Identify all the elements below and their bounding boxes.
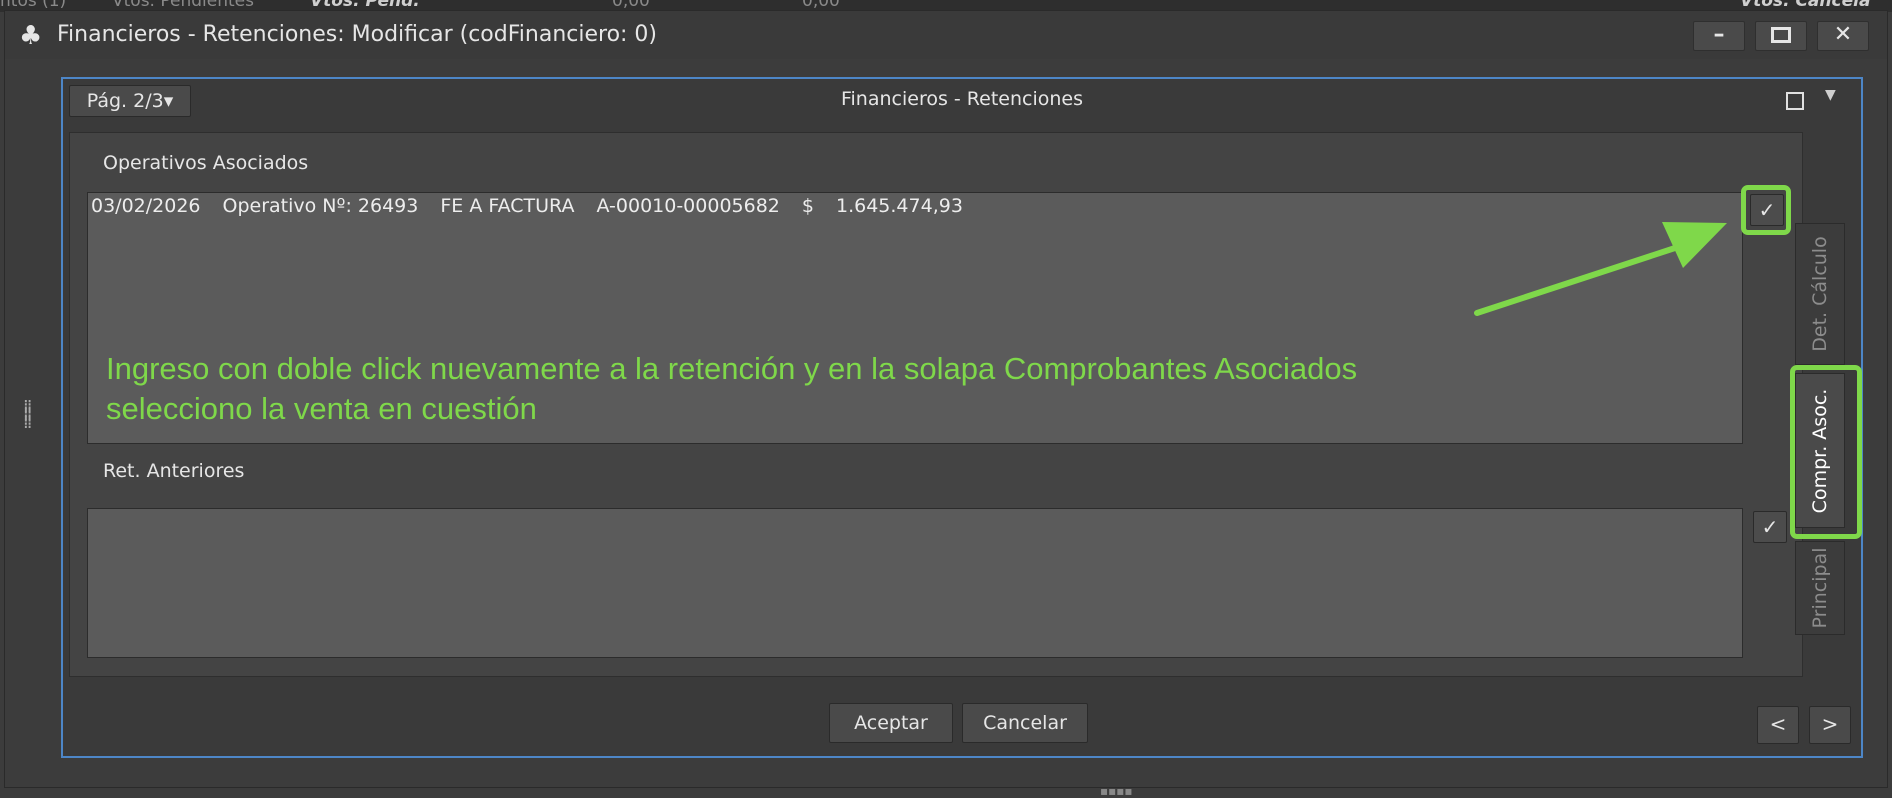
ret-anteriores-list[interactable]	[87, 508, 1743, 658]
tab-content-compr-asoc: Operativos Asociados 03/02/2026 Operativo…	[69, 132, 1803, 677]
list-item[interactable]: 03/02/2026 Operativo Nº: 26493 FE A FACTUR…	[91, 195, 985, 217]
highlight-box	[1741, 185, 1791, 235]
prev-button[interactable]: <	[1757, 706, 1799, 744]
tab-det-calculo[interactable]: Det. Cálculo	[1795, 223, 1845, 365]
select-ret-anterior-button[interactable]: ✓	[1753, 511, 1787, 543]
annotation-line: selecciono la venta en cuestión	[106, 391, 537, 426]
restore-panel-icon[interactable]	[1786, 92, 1804, 110]
next-button[interactable]: >	[1809, 706, 1851, 744]
annotation-text: Ingreso con doble click nuevamente a la …	[106, 349, 1456, 429]
tab-principal[interactable]: Principal	[1795, 541, 1845, 635]
close-icon: ✕	[1833, 22, 1853, 47]
chevron-down-icon[interactable]: ▼	[1825, 87, 1836, 103]
accept-button[interactable]: Aceptar	[829, 703, 953, 743]
highlight-box	[1790, 365, 1862, 539]
minimize-icon: –	[1713, 22, 1725, 47]
row-currency: $	[801, 195, 814, 217]
close-button[interactable]: ✕	[1817, 21, 1869, 51]
panel-title: Financieros - Retenciones	[840, 88, 1084, 110]
maximize-icon	[1771, 27, 1791, 43]
panel-header: Pág. 2/3▾ Financieros - Retenciones ▼	[63, 79, 1861, 119]
cancel-button[interactable]: Cancelar	[962, 703, 1088, 743]
splitter-handle-icon[interactable]: ⁞⁞ ⁞⁞ ⁞⁞	[23, 398, 39, 443]
title-bar[interactable]: ♣ Financieros - Retenciones: Modificar (…	[5, 11, 1887, 59]
row-operativo: Operativo Nº: 26493	[222, 195, 419, 217]
retenciones-panel: Pág. 2/3▾ Financieros - Retenciones ▼ Op…	[61, 77, 1863, 758]
row-amount: 1.645.474,93	[836, 195, 963, 217]
row-tipo: FE A FACTURA	[440, 195, 575, 217]
checkmark-icon: ✓	[1761, 515, 1779, 539]
row-date: 03/02/2026	[91, 195, 201, 217]
window-title: Financieros - Retenciones: Modificar (co…	[57, 22, 658, 47]
ret-anteriores-label: Ret. Anteriores	[103, 460, 245, 482]
maximize-button[interactable]	[1755, 21, 1807, 51]
resize-grip-icon[interactable]: ▪▪▪▪	[1100, 785, 1133, 797]
operativos-asociados-label: Operativos Asociados	[103, 152, 309, 174]
annotation-line: Ingreso con doble click nuevamente a la …	[106, 351, 1358, 386]
row-numero: A-00010-00005682	[596, 195, 780, 217]
minimize-button[interactable]: –	[1693, 21, 1745, 51]
club-icon: ♣	[19, 21, 43, 51]
